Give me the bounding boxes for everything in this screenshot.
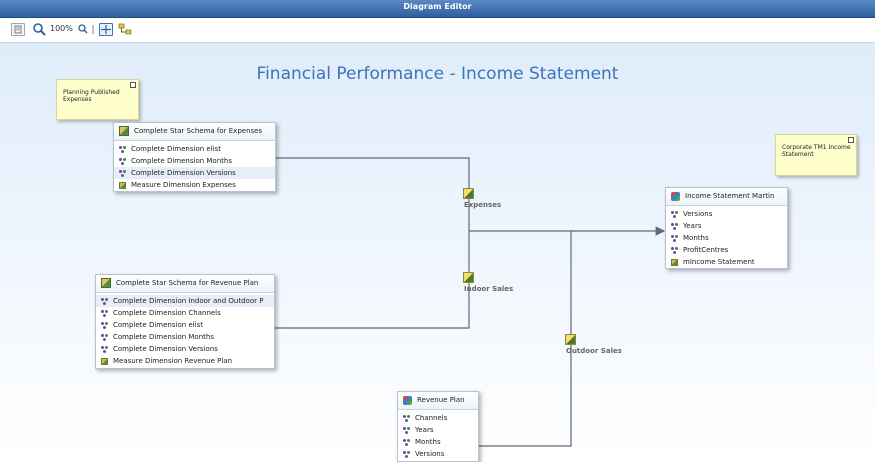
box-title: Complete Star Schema for Revenue Plan	[116, 279, 259, 287]
row-label: Measure Dimension Revenue Plan	[113, 357, 233, 365]
dimension-icon	[101, 309, 108, 317]
measure-icon	[119, 181, 126, 189]
outdoor-sales-link-line	[477, 231, 572, 447]
note-close-icon[interactable]	[130, 82, 136, 88]
box-title: Complete Star Schema for Expenses	[134, 127, 263, 135]
cube-icon	[671, 191, 680, 201]
row-label: Complete Dimension Months	[113, 333, 214, 341]
layout-tool-icon[interactable]	[118, 22, 132, 36]
box-income-statement-martin[interactable]: Income Statement Martin Versions Years M…	[665, 187, 788, 269]
row-label: Complete Dimension Months	[131, 157, 232, 165]
box-header[interactable]: Revenue Plan	[398, 392, 478, 410]
star-schema-icon	[101, 278, 111, 288]
dimension-icon	[119, 145, 126, 153]
measure-icon	[101, 357, 108, 365]
list-item[interactable]: Complete Dimension Versions	[114, 167, 275, 179]
measure-icon	[671, 258, 678, 266]
pan-tool-icon[interactable]	[99, 23, 113, 36]
row-label: Complete Dimension Versions	[113, 345, 218, 353]
list-item[interactable]: Measure Dimension Revenue Plan	[96, 355, 274, 367]
box-revenue-plan[interactable]: Revenue Plan Channels Years Months Versi…	[397, 391, 479, 462]
dimension-icon	[671, 234, 678, 242]
link-process-icon[interactable]	[463, 188, 474, 199]
note-text: Corporate TM1 Income Statement	[782, 144, 851, 158]
toolbar-separator	[92, 22, 94, 36]
expenses-link-line	[275, 157, 470, 231]
indoor-sales-link-line	[273, 231, 470, 329]
cube-icon	[403, 395, 412, 405]
row-label: Complete Dimension Channels	[113, 309, 221, 317]
page-view-icon[interactable]	[11, 23, 25, 36]
row-label: Versions	[683, 210, 713, 218]
list-item[interactable]: Complete Dimension Versions	[96, 343, 274, 355]
dimension-icon	[403, 438, 410, 446]
toolbar: 100%	[0, 18, 875, 43]
list-item[interactable]: Complete Dimension Months	[114, 155, 275, 167]
list-item[interactable]: Months	[398, 436, 478, 448]
row-label: Complete Dimension Versions	[131, 169, 236, 177]
star-schema-icon	[119, 126, 129, 136]
list-item[interactable]: Complete Dimension elist	[114, 143, 275, 155]
row-label: Channels	[415, 414, 448, 422]
dimension-icon	[403, 426, 410, 434]
list-item[interactable]: Complete Dimension Months	[96, 331, 274, 343]
row-label: Months	[683, 234, 709, 242]
row-label: Years	[683, 222, 702, 230]
dimension-icon	[101, 333, 108, 341]
window-title: Diagram Editor	[403, 2, 472, 11]
zoom-out-icon[interactable]	[78, 22, 88, 36]
list-item[interactable]: Years	[666, 220, 787, 232]
box-header[interactable]: Complete Star Schema for Expenses	[114, 123, 275, 141]
link-process-icon[interactable]	[463, 272, 474, 283]
link-process-icon[interactable]	[565, 334, 576, 345]
window-titlebar: Diagram Editor	[0, 0, 875, 18]
list-item[interactable]: Complete Dimension Indoor and Outdoor P	[96, 295, 274, 307]
dimension-icon	[101, 321, 108, 329]
note-text: Planning Published Expenses	[63, 89, 120, 103]
row-label: mIncome Statement	[683, 258, 755, 266]
dimension-icon	[403, 414, 410, 422]
row-label: Months	[415, 438, 441, 446]
list-item[interactable]: Versions	[666, 208, 787, 220]
list-item[interactable]: Versions	[398, 448, 478, 460]
row-label: Complete Dimension elist	[113, 321, 203, 329]
list-item[interactable]: Complete Dimension Channels	[96, 307, 274, 319]
row-label: Measure Dimension Expenses	[131, 181, 236, 189]
dimension-icon	[119, 169, 126, 177]
dimension-icon	[671, 210, 678, 218]
box-header[interactable]: Complete Star Schema for Revenue Plan	[96, 275, 274, 293]
row-label: Versions	[415, 450, 445, 458]
box-title: Revenue Plan	[417, 396, 465, 404]
link-label-indoor-sales[interactable]: Indoor Sales	[464, 285, 513, 293]
list-item[interactable]: Years	[398, 424, 478, 436]
dimension-icon	[671, 222, 678, 230]
dimension-icon	[119, 157, 126, 165]
note-planning-published-expenses[interactable]: Planning Published Expenses	[56, 79, 139, 120]
diagram-canvas[interactable]: Financial Performance - Income Statement…	[0, 43, 875, 462]
box-star-schema-revenue-plan[interactable]: Complete Star Schema for Revenue Plan Co…	[95, 274, 275, 369]
box-header[interactable]: Income Statement Martin	[666, 188, 787, 206]
list-item[interactable]: Complete Dimension elist	[96, 319, 274, 331]
list-item[interactable]: Months	[666, 232, 787, 244]
box-title: Income Statement Martin	[685, 192, 775, 200]
zoom-level: 100%	[50, 24, 73, 33]
row-label: Years	[415, 426, 434, 434]
link-label-outdoor-sales[interactable]: Outdoor Sales	[566, 347, 622, 355]
dimension-icon	[403, 450, 410, 458]
dimension-icon	[671, 246, 678, 254]
row-label: ProfitCentres	[683, 246, 729, 254]
row-label: Complete Dimension elist	[131, 145, 221, 153]
list-item[interactable]: Measure Dimension Expenses	[114, 179, 275, 191]
note-close-icon[interactable]	[848, 137, 854, 143]
link-label-expenses[interactable]: Expenses	[464, 201, 501, 209]
dimension-icon	[101, 345, 108, 353]
zoom-in-icon[interactable]	[32, 22, 46, 36]
list-item[interactable]: Channels	[398, 412, 478, 424]
note-corporate-tm1-income-statement[interactable]: Corporate TM1 Income Statement	[775, 134, 857, 176]
dimension-icon	[101, 297, 108, 305]
list-item[interactable]: ProfitCentres	[666, 244, 787, 256]
row-label: Complete Dimension Indoor and Outdoor P	[113, 297, 264, 305]
box-star-schema-expenses[interactable]: Complete Star Schema for Expenses Comple…	[113, 122, 276, 192]
list-item[interactable]: mIncome Statement	[666, 256, 787, 268]
